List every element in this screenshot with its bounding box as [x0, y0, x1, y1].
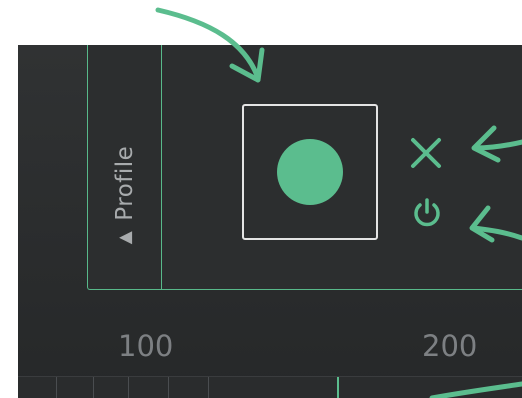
annotation-arrowhead-close	[471, 125, 501, 163]
annotation-arrowhead-power	[469, 205, 495, 243]
annotation-arrow-close	[473, 139, 522, 151]
annotation-arrow-record	[155, 7, 261, 81]
annotation-arrow-bottom	[429, 381, 522, 398]
annotation-arrows	[155, 7, 522, 398]
